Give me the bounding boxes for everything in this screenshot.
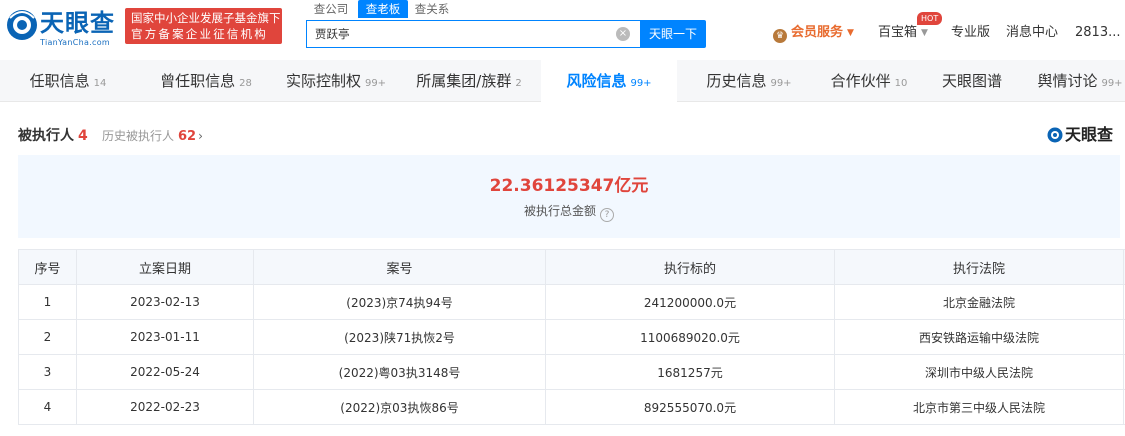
tab-employment[interactable]: 任职信息 14 (18, 60, 118, 102)
pro-version-link[interactable]: 专业版 (951, 24, 990, 42)
section-title-label: 被执行人 (18, 128, 74, 144)
tab-label: 所属集团/族群 (416, 72, 512, 90)
tab-partners[interactable]: 合作伙伴 10 (827, 60, 911, 102)
search-tab-relation[interactable]: 查关系 (408, 0, 456, 18)
execution-amount: 1681257元 (545, 354, 835, 390)
search-button[interactable]: 天眼一下 (640, 20, 706, 48)
column-header: 执行法院 (834, 249, 1124, 285)
execution-court: 北京市第三中级人民法院 (834, 389, 1124, 425)
tab-count: 99+ (364, 78, 387, 89)
logo-domain: TianYanCha.com (40, 38, 110, 47)
table-row: 2 2023-01-11 (2023)陕71执恢2号 1100689020.0元… (18, 319, 1125, 355)
tab-count: 10 (894, 78, 908, 89)
column-header[interactable]: 执行标的 (545, 249, 835, 285)
history-executed-link[interactable]: 历史被执行人 62 › (102, 128, 203, 145)
tab-label: 历史信息 (706, 72, 767, 90)
case-number: (2023)陕71执恢2号 (253, 319, 546, 355)
column-header: 案号 (253, 249, 546, 285)
section-title: 被执行人 4 (18, 127, 88, 145)
execution-court: 北京金融法院 (834, 284, 1124, 320)
execution-court: 深圳市中级人民法院 (834, 354, 1124, 390)
executed-person-table: 序号 立案日期 案号 执行标的 执行法院 操作 1 2023-02-13 (20… (18, 249, 1125, 425)
execution-amount: 1100689020.0元 (545, 319, 835, 355)
execution-court: 西安铁路运输中级法院 (834, 319, 1124, 355)
filing-date: 2023-02-13 (76, 284, 254, 320)
execution-amount: 241200000.0元 (545, 284, 835, 320)
tab-risk-info[interactable]: 风险信息 99+ (541, 60, 677, 102)
promo-banner[interactable]: 国家中小企业发展子基金旗下 官方备案企业征信机构 (125, 8, 282, 44)
promo-line-1: 国家中小企业发展子基金旗下 (131, 11, 281, 25)
tab-group[interactable]: 所属集团/族群 2 (410, 60, 528, 102)
profile-nav-bar: 任职信息 14 曾任职信息 28 实际控制权 99+ 所属集团/族群 2 风险信息 99+… (0, 60, 1125, 102)
filing-date: 2022-05-24 (76, 354, 254, 390)
column-header[interactable]: 立案日期 (76, 249, 254, 285)
history-label: 历史被执行人 (102, 129, 175, 143)
execution-amount: 892555070.0元 (545, 389, 835, 425)
help-icon[interactable]: ? (600, 208, 614, 222)
tab-graph[interactable]: 天眼图谱 (941, 60, 1007, 102)
total-amount-value: 22.36125347亿元 (489, 176, 649, 196)
tab-count: 2 (515, 78, 522, 89)
crown-icon: ♛ (773, 29, 787, 43)
table-header-row: 序号 立案日期 案号 执行标的 执行法院 操作 (18, 249, 1125, 285)
tab-count: 99+ (1101, 78, 1123, 89)
tab-label: 舆情讨论 (1037, 72, 1098, 90)
tab-past-employment[interactable]: 曾任职信息 28 (150, 60, 262, 102)
column-header: 序号 (18, 249, 77, 285)
logo-text: 天眼查 (40, 9, 115, 37)
brand-text: 天眼查 (1065, 125, 1114, 144)
total-amount-label: 被执行总金额? (18, 202, 1120, 222)
tab-label: 合作伙伴 (830, 72, 891, 90)
tab-actual-control[interactable]: 实际控制权 99+ (283, 60, 389, 102)
promo-line-2: 官方备案企业征信机构 (131, 27, 268, 41)
tab-count: 99+ (630, 78, 652, 89)
chevron-right-icon: › (198, 129, 203, 143)
tab-label: 曾任职信息 (160, 72, 236, 90)
search-tab-company[interactable]: 查公司 (306, 0, 356, 18)
hot-badge: HOT (917, 12, 943, 25)
tab-label: 实际控制权 (285, 72, 361, 90)
row-number: 4 (18, 389, 77, 425)
search-tab-boss[interactable]: 查老板 (358, 0, 408, 18)
treasure-box-menu[interactable]: 百宝箱 ▼ (878, 24, 928, 42)
case-number: (2022)京03执恢86号 (253, 389, 546, 425)
section-count: 4 (78, 128, 88, 144)
member-service-menu[interactable]: ♛ 会员服务 ▼ (773, 24, 854, 43)
tab-history-info[interactable]: 历史信息 99+ (702, 60, 796, 102)
filing-date: 2023-01-11 (76, 319, 254, 355)
chevron-down-icon: ▼ (847, 28, 854, 38)
member-service-label: 会员服务 (791, 25, 844, 40)
case-number: (2023)京74执94号 (253, 284, 546, 320)
filing-date: 2022-02-23 (76, 389, 254, 425)
site-logo[interactable]: 天眼查 TianYanCha.com (6, 8, 118, 48)
tab-public-opinion[interactable]: 舆情讨论 99+ (1036, 60, 1124, 102)
table-row: 1 2023-02-13 (2023)京74执94号 241200000.0元 … (18, 284, 1125, 320)
row-number: 1 (18, 284, 77, 320)
total-amount-label-text: 被执行总金额 (523, 204, 596, 218)
tab-label: 任职信息 (29, 72, 90, 90)
chevron-down-icon: ▼ (921, 28, 928, 38)
message-center-link[interactable]: 消息中心 (1006, 24, 1058, 42)
history-count: 62 (178, 129, 197, 144)
row-number: 2 (18, 319, 77, 355)
search-input[interactable]: 贾跃亭 (306, 20, 640, 48)
eye-logo-icon (7, 10, 37, 40)
clear-search-icon[interactable]: × (616, 27, 630, 41)
user-account-menu[interactable]: 2813... (1075, 24, 1120, 42)
table-row: 3 2022-05-24 (2022)粤03执3148号 1681257元 深圳… (18, 354, 1125, 390)
tab-label: 风险信息 (566, 72, 627, 90)
row-number: 3 (18, 354, 77, 390)
treasure-box-label: 百宝箱 (878, 25, 918, 40)
top-bar: 天眼查 TianYanCha.com 国家中小企业发展子基金旗下 官方备案企业征… (0, 0, 1125, 60)
case-number: (2022)粤03执3148号 (253, 354, 546, 390)
eye-logo-icon (1047, 127, 1063, 143)
total-amount-summary: 22.36125347亿元 被执行总金额? (18, 155, 1120, 238)
tab-count: 28 (239, 78, 252, 89)
tab-label: 天眼图谱 (941, 72, 1002, 90)
tab-count: 99+ (770, 78, 792, 89)
table-row: 4 2022-02-23 (2022)京03执恢86号 892555070.0元… (18, 389, 1125, 425)
tab-count: 14 (93, 78, 107, 89)
